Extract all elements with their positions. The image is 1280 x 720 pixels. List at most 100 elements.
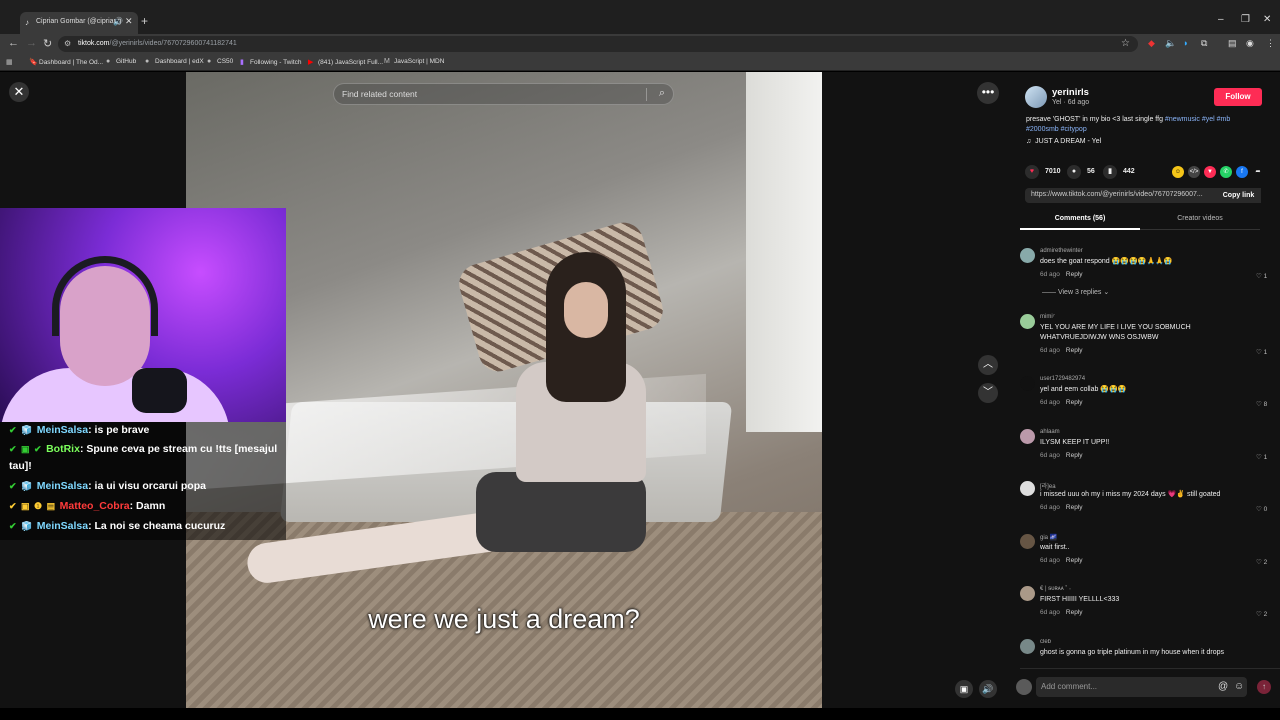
comment-button[interactable]: ● 56 xyxy=(1067,165,1095,179)
avatar[interactable] xyxy=(1020,586,1035,601)
bookmark-item[interactable]: ● Dashboard | edX xyxy=(145,58,204,65)
address-bar[interactable]: ⚙ tiktok.com/@yerinirls/video/7670729600… xyxy=(58,36,1138,52)
follow-button[interactable]: Follow xyxy=(1214,88,1262,106)
send-comment-button[interactable]: ↑ xyxy=(1257,680,1271,694)
bookmark-item[interactable]: ● GitHub xyxy=(106,58,136,65)
reload-icon[interactable]: ↻ xyxy=(43,37,52,50)
embed-icon[interactable]: </> xyxy=(1188,166,1200,178)
reply-button[interactable]: Reply xyxy=(1066,347,1083,354)
comment-item: gia 🌌 wait first.. 6d ago Reply ♡ 2 xyxy=(1020,534,1270,586)
reply-button[interactable]: Reply xyxy=(1066,557,1083,564)
reply-button[interactable]: Reply xyxy=(1066,399,1083,406)
comment-like[interactable]: ♡ 1 xyxy=(1256,453,1267,461)
browser-tab[interactable]: ♪ Ciprian Gombar (@cipriang 🔊 ✕ xyxy=(20,12,138,34)
chevron-up-icon[interactable]: ︿ xyxy=(978,355,998,375)
reply-button[interactable]: Reply xyxy=(1066,609,1083,616)
comment-username[interactable]: ahlaam xyxy=(1040,429,1060,435)
comment-username[interactable]: € | ᵴᴜʀᴀᴀ ˚ ˖ xyxy=(1040,586,1071,592)
post-description: presave 'GHOST' in my bio <3 last single… xyxy=(1026,116,1231,133)
comment-like[interactable]: ♡ 2 xyxy=(1256,558,1267,566)
volume-icon[interactable]: 🔊 xyxy=(979,680,997,698)
comment-input[interactable]: Add comment... xyxy=(1036,677,1247,697)
comment-username[interactable]: gia 🌌 xyxy=(1040,534,1057,541)
copy-link-button[interactable]: Copy link xyxy=(1216,188,1261,203)
avatar[interactable] xyxy=(1020,376,1035,391)
bookmark-item[interactable]: M JavaScript | MDN xyxy=(384,58,444,65)
tab-title: Ciprian Gombar (@cipriang xyxy=(36,18,122,25)
window-close-icon[interactable]: ✕ xyxy=(1263,14,1271,25)
divider xyxy=(646,88,647,101)
bookmark-item[interactable]: ● CS50 xyxy=(207,58,233,65)
apps-icon[interactable]: ▦ xyxy=(6,58,16,66)
bookmark-item[interactable]: ▶ (841) JavaScript Full... xyxy=(308,58,383,66)
extension-icon[interactable]: ▤ xyxy=(1228,38,1237,49)
extension-icon[interactable]: ◗ xyxy=(1183,38,1188,48)
mention-icon[interactable]: @ xyxy=(1218,681,1228,692)
avatar[interactable] xyxy=(1020,481,1035,496)
comment-username[interactable]: [라]ea xyxy=(1040,481,1056,490)
comment-username[interactable]: mimi⁷ xyxy=(1040,314,1055,320)
emoji-icon[interactable]: ☺ xyxy=(1234,681,1244,692)
chat-message: ✔ 🧊 MeinSalsa: is pe brave xyxy=(9,424,150,436)
volume-icon[interactable]: 🔈 xyxy=(1165,38,1176,49)
site-info-icon[interactable]: ⚙ xyxy=(64,39,71,48)
bookmark-star-icon[interactable]: ☆ xyxy=(1121,38,1130,49)
url-path: /@yerinirls/video/7670729600741182741 xyxy=(109,40,237,47)
minimize-icon[interactable]: – xyxy=(1218,14,1224,25)
avatar[interactable] xyxy=(1025,86,1047,108)
comment-item: € | ᵴᴜʀᴀᴀ ˚ ˖ FIRST HIIIII YELLLL<333 6d… xyxy=(1020,586,1270,638)
comment-username[interactable]: user1729482974 xyxy=(1040,376,1085,382)
comment-like[interactable]: ♡ 0 xyxy=(1256,505,1267,513)
tab-comments[interactable]: Comments (56) xyxy=(1020,210,1140,230)
avatar[interactable] xyxy=(1020,639,1035,654)
maximize-icon[interactable]: ❐ xyxy=(1241,14,1250,25)
profile-icon[interactable]: ◉ xyxy=(1246,38,1254,49)
forward-share-icon[interactable]: ➦ xyxy=(1252,166,1264,178)
video-scene xyxy=(746,72,822,432)
comment-username[interactable]: cleb xyxy=(1040,639,1051,645)
save-button[interactable]: ▮ 442 xyxy=(1103,165,1135,179)
avatar[interactable] xyxy=(1020,314,1035,329)
like-button[interactable]: ♥ 7010 xyxy=(1025,165,1061,179)
avatar[interactable] xyxy=(1020,248,1035,263)
tab-audio-icon[interactable]: 🔊 xyxy=(113,17,123,26)
comment-item: cleb ghost is gonna go triple platinum i… xyxy=(1020,639,1270,668)
new-tab-icon[interactable]: + xyxy=(141,14,148,28)
more-options-icon[interactable]: ••• xyxy=(977,82,999,104)
view-replies-button[interactable]: —— View 3 replies ⌄ xyxy=(1042,288,1109,296)
bookmark-icon: ▮ xyxy=(1103,165,1117,179)
picture-in-picture-icon[interactable]: ▣ xyxy=(955,680,973,698)
comment-like[interactable]: ♡ 1 xyxy=(1256,348,1267,356)
share-icon[interactable]: ☺ xyxy=(1172,166,1184,178)
extension-icon[interactable]: ◆ xyxy=(1148,38,1155,49)
reply-button[interactable]: Reply xyxy=(1066,271,1083,278)
send-icon[interactable]: ▼ xyxy=(1204,166,1216,178)
hashtag-link[interactable]: #newmusic #yel #mb xyxy=(1165,116,1230,123)
chat-message: ✔ 🧊 MeinSalsa: La noi se cheama cucuruz xyxy=(9,520,226,532)
reply-button[interactable]: Reply xyxy=(1066,452,1083,459)
back-icon[interactable]: ← xyxy=(8,37,19,49)
whatsapp-icon[interactable]: ✆ xyxy=(1220,166,1232,178)
menu-icon[interactable]: ⋮ xyxy=(1266,38,1275,49)
search-icon[interactable]: ⌕ xyxy=(659,87,665,100)
hashtag-link[interactable]: #2000smb #citypop xyxy=(1026,126,1087,133)
puzzle-icon[interactable]: ⧉ xyxy=(1201,38,1207,49)
comment-like[interactable]: ♡ 2 xyxy=(1256,610,1267,618)
tab-creator-videos[interactable]: Creator videos xyxy=(1140,210,1260,230)
chevron-down-icon[interactable]: ﹀ xyxy=(978,383,998,403)
comment-like[interactable]: ♡ 8 xyxy=(1256,400,1267,408)
bookmark-item[interactable]: ▮ Following - Twitch xyxy=(240,58,302,66)
related-search-input[interactable]: Find related content ⌕ xyxy=(333,83,674,105)
tab-close-icon[interactable]: ✕ xyxy=(125,16,133,27)
close-icon[interactable]: ✕ xyxy=(9,82,29,102)
avatar[interactable] xyxy=(1020,429,1035,444)
reply-button[interactable]: Reply xyxy=(1066,504,1083,511)
forward-icon[interactable]: → xyxy=(26,37,37,49)
comment-username[interactable]: admirethewinter xyxy=(1040,248,1083,254)
username[interactable]: yerinirls xyxy=(1052,87,1089,98)
music-link[interactable]: ♫ JUST A DREAM - Yel xyxy=(1026,138,1101,145)
avatar[interactable] xyxy=(1020,534,1035,549)
comment-like[interactable]: ♡ 1 xyxy=(1256,272,1267,280)
facebook-icon[interactable]: f xyxy=(1236,166,1248,178)
bookmark-item[interactable]: 🔖Dashboard | The Od... xyxy=(29,58,103,66)
